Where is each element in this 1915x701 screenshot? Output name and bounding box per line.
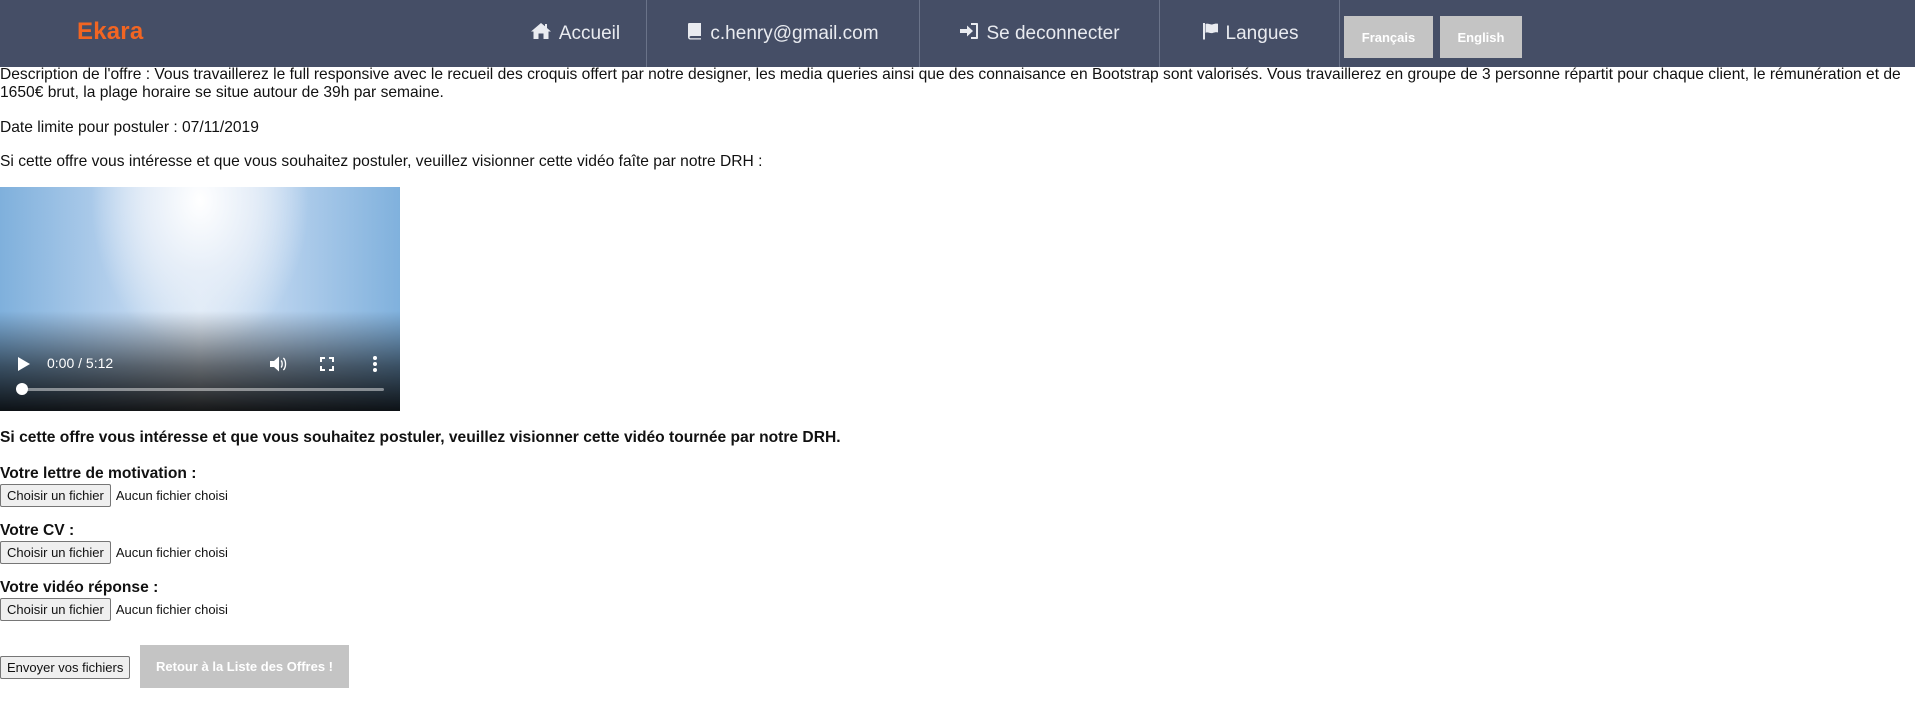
nav-logout[interactable]: Se deconnecter — [920, 0, 1159, 67]
video-response-file-input[interactable]: Choisir un fichier Aucun fichier choisi — [0, 598, 228, 621]
nav-langues[interactable]: Langues — [1160, 0, 1339, 67]
home-icon — [530, 22, 552, 46]
flag-icon — [1201, 22, 1219, 46]
language-button-english[interactable]: English — [1440, 16, 1522, 58]
cv-choose-button[interactable]: Choisir un fichier — [0, 541, 111, 564]
video-progress-knob[interactable] — [16, 383, 28, 395]
nav-email-label: c.henry@gmail.com — [710, 22, 879, 44]
fullscreen-icon[interactable] — [319, 356, 335, 377]
cv-file-status: Aucun fichier choisi — [115, 545, 228, 560]
cover-letter-label: Votre lettre de motivation : — [0, 465, 197, 482]
volume-icon[interactable] — [269, 355, 289, 378]
cover-letter-file-status: Aucun fichier choisi — [115, 488, 228, 503]
cover-letter-file-input[interactable]: Choisir un fichier Aucun fichier choisi — [0, 484, 228, 507]
book-icon — [687, 22, 703, 46]
nav-langues-label: Langues — [1225, 22, 1299, 44]
video-progress-track[interactable] — [22, 388, 384, 391]
back-to-offers-button[interactable]: Retour à la Liste des Offres ! — [140, 645, 349, 688]
play-icon[interactable] — [16, 355, 32, 378]
video-intro-text: Si cette offre vous intéresse et que vou… — [0, 153, 763, 170]
cv-file-input[interactable]: Choisir un fichier Aucun fichier choisi — [0, 541, 228, 564]
brand-logo[interactable]: Ekara — [77, 18, 143, 46]
video-time: 0:00 / 5:12 — [47, 355, 114, 371]
offer-description: Description de l'offre : Vous travailler… — [0, 66, 1901, 101]
video-response-choose-button[interactable]: Choisir un fichier — [0, 598, 111, 621]
application-heading: Si cette offre vous intéresse et que vou… — [0, 429, 841, 446]
language-button-francais[interactable]: Français — [1344, 16, 1433, 58]
nav-account-email[interactable]: c.henry@gmail.com — [647, 0, 919, 67]
nav-divider — [1339, 0, 1340, 67]
submit-files-button[interactable]: Envoyer vos fichiers — [0, 656, 131, 679]
sign-in-icon — [959, 22, 979, 46]
nav-accueil-label: Accueil — [558, 22, 621, 44]
video-response-file-status: Aucun fichier choisi — [115, 602, 228, 617]
nav-accueil[interactable]: Accueil — [505, 0, 645, 67]
cv-label: Votre CV : — [0, 522, 75, 539]
navbar: Ekara Accueil c.henry@gmail.com Se decon… — [0, 0, 1915, 67]
more-vert-icon[interactable] — [371, 355, 379, 378]
offer-deadline: Date limite pour postuler : 07/11/2019 — [0, 119, 259, 136]
video-player[interactable]: 0:00 / 5:12 — [0, 187, 400, 411]
video-response-label: Votre vidéo réponse : — [0, 579, 159, 596]
cover-letter-choose-button[interactable]: Choisir un fichier — [0, 484, 111, 507]
nav-logout-label: Se deconnecter — [986, 22, 1120, 44]
